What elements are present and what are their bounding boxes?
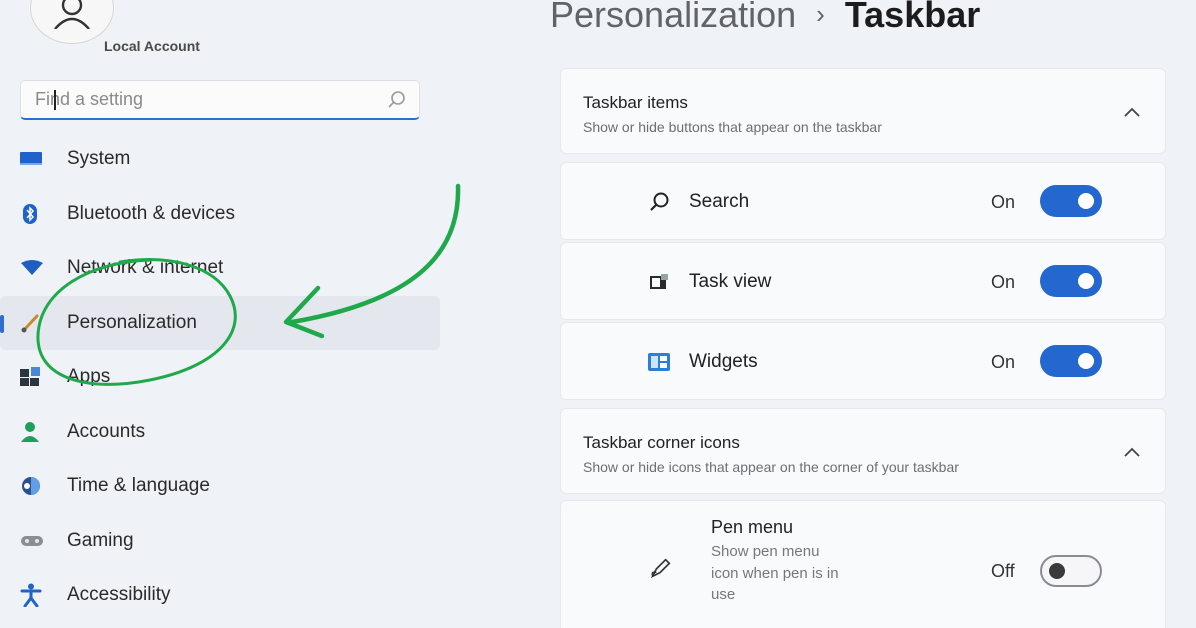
sidebar-item-label: Personalization (67, 311, 197, 333)
chevron-up-icon[interactable] (1123, 445, 1141, 463)
breadcrumb-current: Taskbar (844, 0, 981, 35)
toggle-knob (1049, 563, 1065, 579)
toggle-state-label: On (991, 352, 1016, 372)
brush-icon (20, 312, 46, 334)
sidebar-item-accessibility[interactable]: Accessibility (0, 568, 440, 623)
pen-menu-toggle[interactable] (1040, 555, 1102, 587)
sidebar-item-label: System (67, 148, 131, 170)
avatar[interactable] (30, 0, 114, 44)
sidebar-item-time-language[interactable]: Time & language (0, 459, 440, 514)
sidebar-item-system[interactable]: System (0, 132, 440, 187)
settings-window: Local Account System (0, 0, 1196, 628)
wifi-icon (20, 257, 46, 279)
controller-icon (20, 530, 46, 552)
sidebar-item-label: Accessibility (67, 584, 171, 606)
sidebar-item-label: Network & internet (67, 257, 224, 279)
widgets-icon (647, 351, 671, 373)
sidebar-item-label: Time & language (67, 475, 210, 497)
text-caret (54, 90, 56, 110)
sidebar-item-personalization[interactable]: Personalization (0, 295, 440, 350)
breadcrumb-parent[interactable]: Personalization (550, 0, 796, 35)
toggle-knob (1078, 353, 1094, 369)
page-title: Personalization › Taskbar (550, 0, 980, 36)
sidebar-item-apps[interactable]: Apps (0, 350, 440, 405)
taskbar-items-section[interactable]: Taskbar items Show or hide buttons that … (560, 68, 1166, 154)
account-type-label: Local Account (104, 38, 200, 54)
accessibility-icon (20, 583, 46, 608)
setting-row-widgets: Widgets On (560, 322, 1166, 400)
sidebar-item-accounts[interactable]: Accounts (0, 405, 440, 460)
toggle-knob (1078, 273, 1094, 289)
bluetooth-icon (20, 203, 46, 225)
task-view-icon (647, 271, 671, 293)
section-title: Taskbar items (583, 93, 688, 112)
section-subtitle: Show or hide icons that appear on the co… (583, 459, 959, 475)
pen-icon (649, 557, 673, 579)
setting-description: Show pen menu icon when pen is in use (711, 543, 839, 603)
sidebar-item-label: Apps (67, 366, 111, 388)
setting-label: Widgets (689, 351, 758, 372)
toggle-state-label: On (991, 192, 1016, 212)
apps-icon (20, 366, 46, 388)
search-icon (647, 191, 671, 213)
sidebar-item-bluetooth[interactable]: Bluetooth & devices (0, 187, 440, 242)
sidebar-item-label: Bluetooth & devices (67, 202, 235, 224)
sidebar: Local Account System (0, 0, 500, 628)
search-input[interactable] (35, 81, 375, 117)
sidebar-item-label: Accounts (67, 420, 146, 442)
section-subtitle: Show or hide buttons that appear on the … (583, 119, 882, 135)
profile (30, 0, 114, 44)
sidebar-item-label: Gaming (67, 529, 134, 551)
search-toggle[interactable] (1040, 185, 1102, 217)
chevron-up-icon[interactable] (1123, 105, 1141, 123)
setting-label: Pen menu (711, 517, 794, 537)
setting-label: Search (689, 191, 750, 212)
section-title: Taskbar corner icons (583, 433, 740, 452)
toggle-state-label: On (991, 272, 1016, 292)
corner-icons-section[interactable]: Taskbar corner icons Show or hide icons … (560, 408, 1166, 494)
setting-label: Task view (689, 271, 772, 292)
setting-row-pen-menu: Pen menu Show pen menu icon when pen is … (560, 500, 1166, 628)
toggle-knob (1078, 193, 1094, 209)
widgets-toggle[interactable] (1040, 345, 1102, 377)
monitor-icon (20, 148, 46, 170)
setting-row-task-view: Task view On (560, 242, 1166, 320)
active-indicator (0, 314, 4, 333)
task-view-toggle[interactable] (1040, 265, 1102, 297)
globe-clock-icon (20, 475, 46, 497)
setting-row-search: Search On (560, 162, 1166, 240)
search-icon[interactable] (387, 90, 407, 115)
nav-list: System Bluetooth & devices Network & int… (0, 132, 440, 623)
sidebar-item-network[interactable]: Network & internet (0, 241, 440, 296)
sidebar-item-gaming[interactable]: Gaming (0, 514, 440, 569)
person-icon (20, 421, 46, 443)
toggle-state-label: Off (991, 561, 1015, 581)
breadcrumb-separator: › (816, 0, 825, 29)
person-icon (54, 0, 90, 29)
search-box[interactable] (20, 80, 420, 120)
